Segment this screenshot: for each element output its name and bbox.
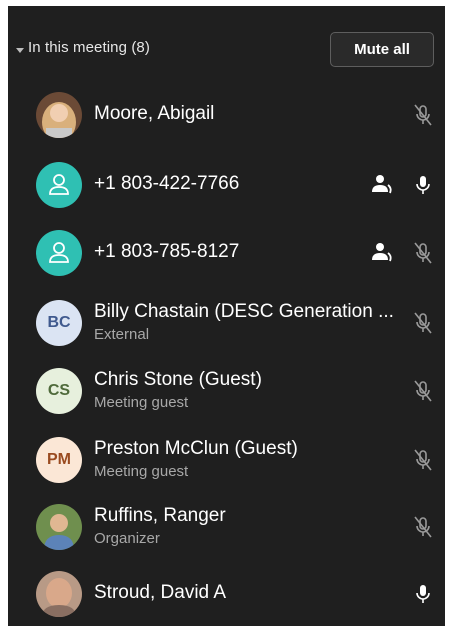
chevron-down-icon[interactable] (16, 48, 24, 53)
phone-user-icon (36, 162, 82, 208)
participant-name: Preston McClun (Guest) (94, 438, 298, 460)
avatar: PM (36, 437, 82, 483)
participant-role: Meeting guest (94, 463, 189, 480)
participant-name: +1 803-785-8127 (94, 241, 240, 262)
guest-tag: (Guest) (198, 369, 262, 390)
dial-in-icon (370, 172, 394, 196)
participant-role: Meeting guest (94, 394, 189, 411)
avatar (36, 92, 82, 138)
mute-all-button[interactable]: Mute all (330, 32, 434, 67)
phone-user-icon (36, 230, 82, 276)
section-title[interactable]: In this meeting (8) (28, 39, 150, 56)
participant-name: Chris Stone (Guest) (94, 369, 262, 391)
mic-icon[interactable] (413, 173, 433, 197)
participants-panel: In this meeting (8) Mute all Moore, Abig… (8, 6, 445, 626)
participant-role: Organizer (94, 530, 160, 547)
mic-muted-icon[interactable] (413, 241, 433, 265)
participant-name: Stroud, David A (94, 582, 227, 603)
participant-role: External (94, 326, 150, 343)
participant-name: Moore, Abigail (94, 103, 215, 124)
mic-muted-icon[interactable] (413, 448, 433, 472)
participant-name-text: Chris Stone (94, 369, 194, 390)
participant-name-text: Preston McClun (94, 438, 230, 459)
participant-row[interactable]: Stroud, David A (8, 563, 445, 625)
participant-name: +1 803-422-7766 (94, 173, 240, 194)
avatar (36, 504, 82, 550)
avatar (36, 571, 82, 617)
participant-row[interactable]: Moore, Abigail (8, 84, 445, 146)
participant-row[interactable]: +1 803-785-8127 (8, 222, 445, 284)
guest-tag: (Guest) (234, 438, 298, 459)
mic-muted-icon[interactable] (413, 103, 433, 127)
mic-muted-icon[interactable] (413, 379, 433, 403)
mic-icon[interactable] (413, 582, 433, 606)
avatar: CS (36, 368, 82, 414)
participant-row[interactable]: Ruffins, Ranger Organizer (8, 496, 445, 558)
participant-name: Ruffins, Ranger (94, 505, 226, 526)
participant-name: Billy Chastain (DESC Generation ... (94, 301, 394, 322)
participants-section-header: In this meeting (8) Mute all (8, 6, 445, 90)
participant-row[interactable]: BC Billy Chastain (DESC Generation ... E… (8, 292, 445, 354)
avatar: BC (36, 300, 82, 346)
mic-muted-icon[interactable] (413, 515, 433, 539)
participant-row[interactable]: CS Chris Stone (Guest) Meeting guest (8, 360, 445, 422)
dial-in-icon (370, 240, 394, 264)
mic-muted-icon[interactable] (413, 311, 433, 335)
participant-row[interactable]: PM Preston McClun (Guest) Meeting guest (8, 429, 445, 491)
participant-row[interactable]: +1 803-422-7766 (8, 154, 445, 216)
